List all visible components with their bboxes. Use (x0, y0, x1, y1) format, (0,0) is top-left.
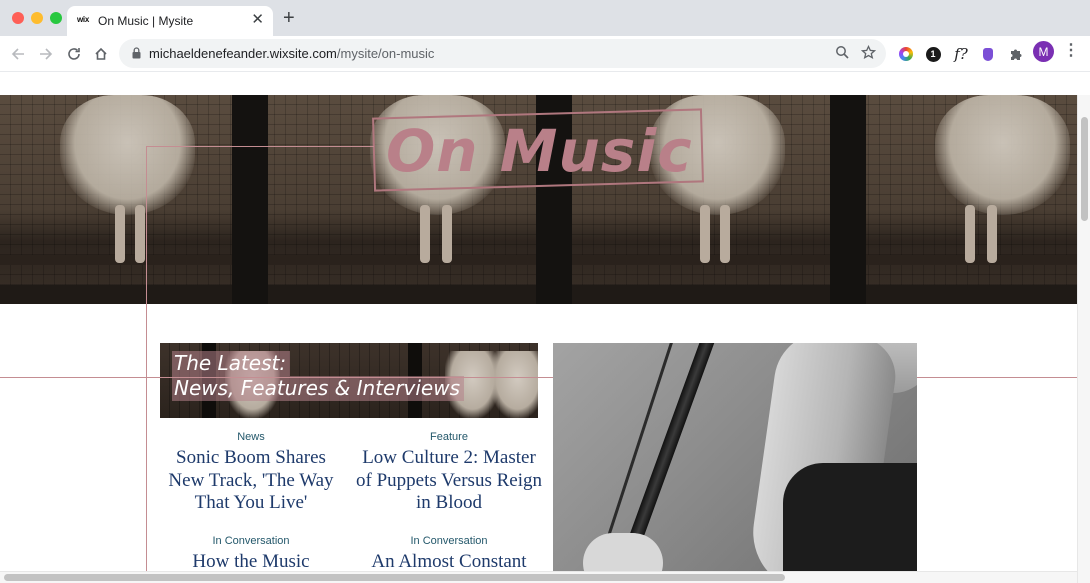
hero-banner: On Music (0, 95, 1077, 304)
latest-heading-line1: The Latest: (172, 351, 291, 376)
close-tab-icon[interactable]: ✕ (251, 12, 264, 28)
lock-icon[interactable] (132, 47, 141, 59)
musician-photo[interactable] (553, 343, 917, 583)
guide-line-vertical (146, 147, 147, 583)
article-category[interactable]: In Conversation (354, 534, 544, 548)
maximize-window-button[interactable] (50, 12, 62, 24)
url-domain: michaeldenefeander.wixsite.com (149, 46, 337, 61)
hero-post (232, 95, 268, 304)
forward-arrow-icon[interactable] (34, 42, 58, 66)
more-vertical-icon[interactable]: ⋮ (1063, 43, 1079, 59)
article-title-link[interactable]: Sonic Boom Shares New Track, 'The Way Th… (156, 447, 346, 515)
tab-on-music[interactable]: wix On Music | Mysite ✕ (67, 6, 273, 36)
horizontal-scroll-thumb[interactable] (4, 574, 785, 581)
latest-heading: The Latest: News, Features & Interviews (172, 351, 472, 401)
page-viewport: On Music The Latest: News, Features & In… (0, 73, 1090, 583)
article-category[interactable]: News (156, 430, 346, 444)
article-category[interactable]: Feature (354, 430, 544, 444)
color-wheel-extension-icon[interactable] (895, 43, 917, 65)
latest-heading-line2: News, Features & Interviews (172, 376, 465, 401)
wix-favicon-icon: wix (77, 15, 89, 24)
minimize-window-button[interactable] (31, 12, 43, 24)
star-icon[interactable] (860, 44, 876, 61)
article-card[interactable]: Feature Low Culture 2: Master of Puppets… (354, 430, 544, 515)
article-card[interactable]: In Conversation An Almost Constant (354, 534, 544, 574)
hero-dancer (50, 95, 200, 270)
new-tab-button[interactable]: + (283, 8, 295, 28)
reload-icon[interactable] (62, 42, 86, 66)
vertical-scrollbar[interactable] (1077, 95, 1090, 583)
guide-line-horizontal-top (146, 146, 374, 147)
tab-title: On Music | Mysite (98, 14, 194, 28)
address-bar[interactable]: michaeldenefeander.wixsite.com/mysite/on… (119, 39, 886, 68)
browser-toolbar: michaeldenefeander.wixsite.com/mysite/on… (0, 36, 1090, 72)
home-icon[interactable] (89, 42, 113, 66)
article-category[interactable]: In Conversation (156, 534, 346, 548)
back-arrow-icon[interactable] (6, 42, 30, 66)
article-card[interactable]: In Conversation How the Music (156, 534, 346, 574)
vertical-scroll-thumb[interactable] (1081, 117, 1088, 221)
puzzle-icon[interactable] (1004, 43, 1026, 65)
url-text[interactable]: michaeldenefeander.wixsite.com/mysite/on… (149, 46, 434, 61)
tab-strip: wix On Music | Mysite ✕ + (0, 0, 1090, 36)
page-title: On Music (386, 117, 693, 185)
purple-extension-icon[interactable] (977, 43, 999, 65)
onepassword-extension-icon[interactable]: 1 (922, 43, 944, 65)
hero-dancer (925, 95, 1075, 270)
zoom-icon[interactable] (834, 45, 850, 61)
profile-avatar[interactable]: M (1033, 41, 1054, 62)
article-title-link[interactable]: Low Culture 2: Master of Puppets Versus … (354, 447, 544, 515)
url-path: /mysite/on-music (336, 46, 435, 61)
hero-post (830, 95, 866, 304)
function-extension-icon[interactable]: f? (950, 43, 972, 65)
close-window-button[interactable] (12, 12, 24, 24)
article-card[interactable]: News Sonic Boom Shares New Track, 'The W… (156, 430, 346, 515)
horizontal-scrollbar[interactable] (0, 571, 1077, 583)
